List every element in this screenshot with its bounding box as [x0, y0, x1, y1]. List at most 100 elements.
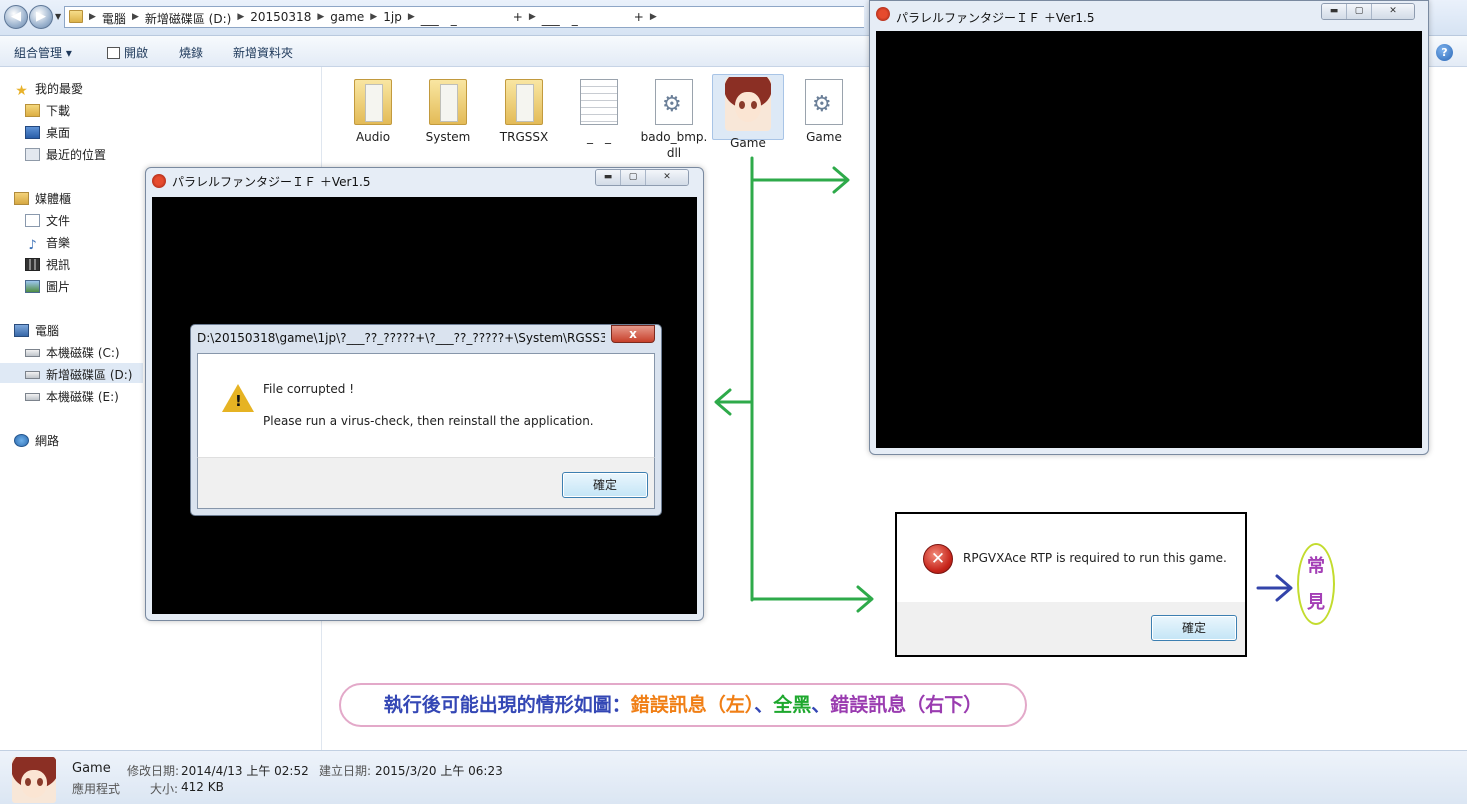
organize-menu[interactable]: 組合管理 ▾ — [14, 44, 72, 61]
address-field[interactable]: ▶ 電腦 ▶ 新增磁碟區 (D:) ▶ 20150318 ▶ game ▶ 1j… — [64, 6, 864, 28]
close-button[interactable]: ✕ — [1372, 4, 1414, 19]
open-button[interactable]: 開啟 — [107, 44, 148, 61]
sidebar-item-drive-d[interactable]: 新增磁碟區 (D:) — [0, 363, 143, 383]
dialog-footer: 確定 — [197, 457, 655, 509]
downloads-folder-icon — [25, 104, 40, 117]
window-title: パラレルファンタジーＩＦ ＋Ver1.5 — [896, 11, 1095, 25]
created-label: 建立日期: — [319, 764, 372, 778]
breadcrumb-item[interactable]: + — [628, 10, 650, 27]
file-item-trgssx[interactable]: TRGSSX — [488, 73, 560, 145]
selected-file-name: Game — [72, 761, 111, 776]
minimize-button[interactable]: ▬ — [1322, 4, 1347, 19]
breadcrumb-item[interactable]: 20150318 — [244, 10, 317, 27]
folder-icon — [505, 79, 543, 125]
breadcrumb-item[interactable]: ___ _ — [536, 10, 628, 27]
app-icon — [876, 7, 890, 21]
dialog-body: ! File corrupted ! Please run a virus-ch… — [197, 353, 655, 457]
details-pane: Game 應用程式 修改日期: 2014/4/13 上午 02:52 建立日期:… — [0, 750, 1467, 804]
sidebar-item-desktop[interactable]: 桌面 — [25, 124, 70, 144]
desktop-icon — [25, 126, 40, 139]
folder-icon — [354, 79, 392, 125]
caption-error-left: 錯誤訊息（左） — [630, 694, 755, 716]
window-title: パラレルファンタジーＩＦ ＋Ver1.5 — [172, 175, 371, 189]
title-bar: パラレルファンタジーＩＦ ＋Ver1.5 ▬ ▢ ✕ — [146, 168, 703, 192]
breadcrumb-item[interactable]: 電腦 — [96, 10, 132, 27]
warning-icon: ! — [222, 384, 254, 412]
dialog-close-button[interactable]: x — [611, 325, 655, 343]
sidebar-item-favorites[interactable]: ★ 我的最愛 — [14, 80, 83, 100]
game-canvas[interactable] — [876, 31, 1422, 448]
dll-file-icon — [655, 79, 693, 125]
game-app-icon — [725, 77, 771, 131]
caption-banner: 執行後可能出現的情形如圖：錯誤訊息（左）、全黑、錯誤訊息（右下） — [339, 683, 1027, 727]
open-icon — [107, 47, 120, 59]
modified-label: 修改日期: — [127, 764, 180, 778]
breadcrumb-item[interactable]: game — [324, 10, 370, 27]
back-button[interactable]: ◀ — [4, 5, 28, 29]
minimize-button[interactable]: ▬ — [596, 170, 621, 185]
folder-icon — [429, 79, 467, 125]
sidebar-item-computer[interactable]: 電腦 — [14, 322, 59, 342]
size-value: 412 KB — [181, 780, 224, 794]
sidebar-item-drive-c[interactable]: 本機磁碟 (C:) — [25, 344, 120, 364]
sidebar-item-music[interactable]: ♪ 音樂 — [25, 234, 70, 254]
recent-pages-dropdown[interactable]: ▼ — [55, 12, 61, 21]
app-icon — [152, 174, 166, 188]
caption-black: 全黑 — [773, 694, 812, 716]
file-item-audio[interactable]: Audio — [337, 73, 409, 145]
caption-prefix: 執行後可能出現的情形如圖： — [383, 694, 631, 716]
sidebar-item-videos[interactable]: 視訊 — [25, 256, 70, 276]
common-badge: 常 見 — [1297, 543, 1335, 625]
config-file-icon — [805, 79, 843, 125]
breadcrumb-item[interactable]: 新增磁碟區 (D:) — [139, 10, 237, 27]
music-note-icon: ♪ — [28, 238, 37, 253]
title-bar: パラレルファンタジーＩＦ ＋Ver1.5 ▬ ▢ ✕ — [870, 1, 1428, 25]
file-item-game-ini[interactable]: Game — [788, 73, 860, 145]
star-icon: ★ — [15, 83, 28, 99]
caption-separator: 、 — [754, 694, 774, 716]
caption-separator: 、 — [811, 694, 831, 716]
sidebar-item-downloads[interactable]: 下載 — [25, 102, 70, 122]
text-file-icon — [580, 79, 618, 125]
drive-icon — [25, 349, 40, 357]
game-app-icon — [12, 757, 56, 803]
error-icon: ✕ — [923, 544, 953, 574]
help-icon[interactable]: ? — [1436, 44, 1453, 61]
burn-button[interactable]: 燒錄 — [179, 44, 203, 61]
breadcrumb-item[interactable]: ___ _ — [415, 10, 507, 27]
libraries-icon — [14, 192, 29, 205]
ok-button[interactable]: 確定 — [562, 472, 648, 498]
file-item-text[interactable]: _ _ — [563, 73, 635, 145]
sidebar-item-recent[interactable]: 最近的位置 — [25, 146, 106, 166]
file-item-game-exe[interactable]: Game — [712, 74, 784, 150]
folder-icon — [69, 10, 83, 23]
maximize-button[interactable]: ▢ — [621, 170, 646, 185]
maximize-button[interactable]: ▢ — [1347, 4, 1372, 19]
rtp-message: RPGVXAce RTP is required to run this gam… — [963, 551, 1227, 565]
dialog-title: D:\20150318\game\1jp\?___??_?????+\?___?… — [197, 331, 605, 345]
pictures-icon — [25, 280, 40, 293]
new-folder-button[interactable]: 新增資料夾 — [233, 44, 293, 61]
error-message-detail: Please run a virus-check, then reinstall… — [263, 414, 594, 428]
dialog-footer: 確定 — [897, 602, 1245, 655]
ok-button[interactable]: 確定 — [1151, 615, 1237, 641]
breadcrumb-item[interactable]: 1jp — [377, 10, 408, 27]
forward-button[interactable]: ▶ — [29, 5, 53, 29]
sidebar-item-libraries[interactable]: 媒體櫃 — [14, 190, 71, 210]
rtp-error-dialog: ✕ RPGVXAce RTP is required to run this g… — [895, 512, 1247, 657]
drive-icon — [25, 371, 40, 379]
modified-value: 2014/4/13 上午 02:52 — [181, 764, 309, 778]
selected-file-type: 應用程式 — [72, 782, 121, 796]
breadcrumb-item[interactable]: + — [507, 10, 529, 27]
close-button[interactable]: ✕ — [646, 170, 688, 185]
sidebar-item-drive-e[interactable]: 本機磁碟 (E:) — [25, 388, 119, 408]
file-item-system[interactable]: System — [412, 73, 484, 145]
file-item-dll[interactable]: bado_bmp.dll — [638, 73, 710, 161]
drive-icon — [25, 393, 40, 401]
computer-icon — [14, 324, 29, 337]
error-message-title: File corrupted ! — [263, 382, 355, 396]
sidebar-item-network[interactable]: 網路 — [14, 432, 59, 452]
window-controls: ▬ ▢ ✕ — [1321, 3, 1415, 20]
sidebar-item-pictures[interactable]: 圖片 — [25, 278, 70, 298]
sidebar-item-documents[interactable]: 文件 — [25, 212, 70, 232]
